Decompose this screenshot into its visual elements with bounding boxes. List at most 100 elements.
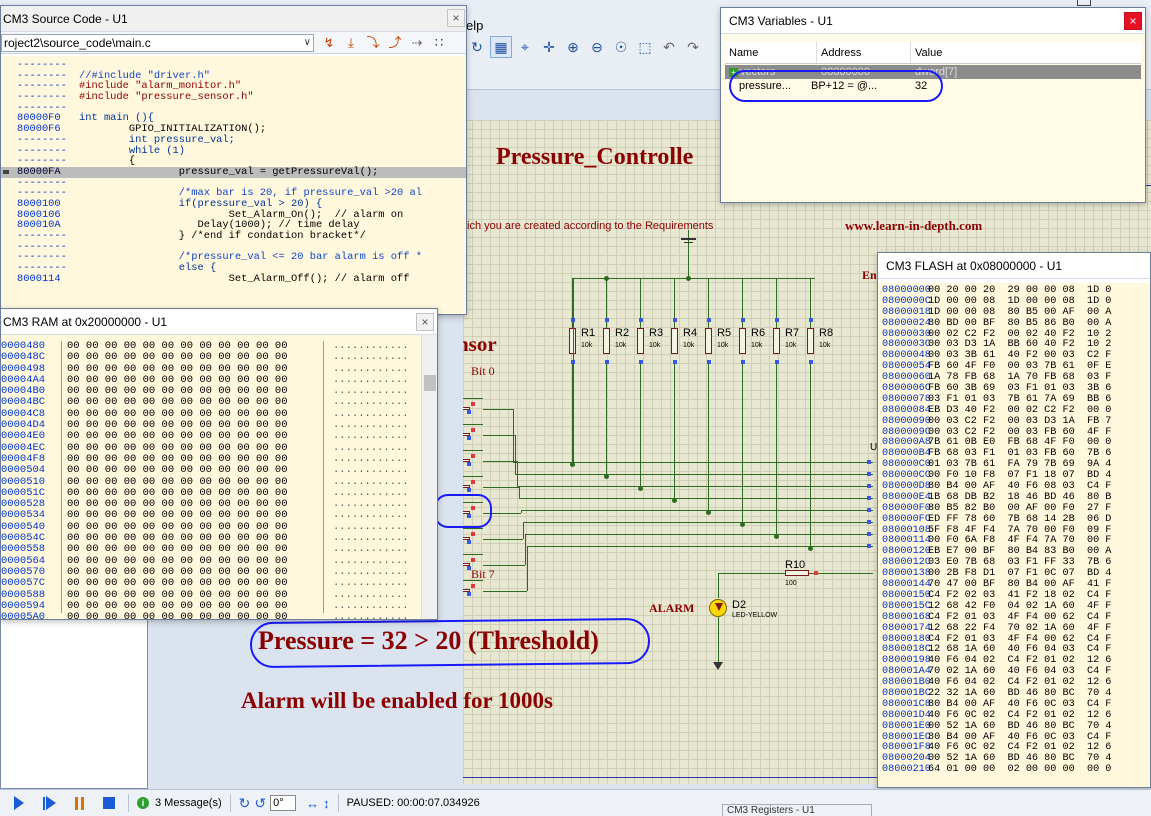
ram-row[interactable]: 00005A0 00 00 00 00 00 00 00 00 00 00 00 … (1, 611, 437, 619)
rotate-icon[interactable]: ↻ (239, 795, 251, 812)
pan-icon[interactable]: ✛ (538, 36, 560, 58)
play-button[interactable] (8, 793, 30, 813)
source-code-window[interactable]: CM3 Source Code - U1 × roject2\source_co… (0, 5, 467, 315)
flash-row[interactable]: 080001D4 40 F6 0C 02 C4 F2 01 02 12 6 (878, 709, 1150, 722)
source-title-text: CM3 Source Code - U1 (3, 12, 128, 26)
code-line[interactable]: -------- #include "pressure_sensor.h" (1, 92, 466, 103)
ram-row[interactable]: 0000558 00 00 00 00 00 00 00 00 00 00 00 … (1, 544, 437, 556)
dip-switch[interactable] (463, 480, 475, 492)
step-icon (42, 796, 56, 810)
ram-hex: 00 00 00 00 00 00 00 00 00 00 00 00 (67, 351, 288, 364)
zoom-in-icon[interactable]: ⊕ (562, 36, 584, 58)
resistor-label: R2 (615, 327, 630, 339)
flash-window-title: CM3 FLASH at 0x08000000 - U1 (878, 253, 1150, 279)
run-to-cursor-icon[interactable]: ↯ (320, 34, 338, 52)
led-d2[interactable] (709, 599, 727, 617)
origin-icon[interactable]: ⌖ (514, 36, 536, 58)
pause-button[interactable] (68, 793, 90, 813)
code-line[interactable]: -------- (1, 60, 466, 71)
close-icon[interactable]: × (416, 313, 434, 331)
flash-row[interactable]: 08000024 80 BD 00 BF 80 B5 86 B0 00 A (878, 318, 1150, 330)
zoom-all-icon[interactable]: ☉ (610, 36, 632, 58)
flash-row[interactable]: 080001E0 00 52 1A 60 BD 46 80 BC 70 4 (878, 720, 1150, 733)
zoom-out-icon[interactable]: ⊖ (586, 36, 608, 58)
redo-icon[interactable]: ↷ (682, 36, 704, 58)
variables-window[interactable]: CM3 Variables - U1 × Name Address Value … (720, 7, 1146, 203)
close-icon[interactable]: × (447, 9, 465, 27)
flash-addr: 080001D4 (882, 709, 931, 721)
ram-row[interactable]: 000057C 00 00 00 00 00 00 00 00 00 00 00 … (1, 577, 437, 589)
resistor-label: R4 (683, 327, 698, 339)
dip-switch[interactable] (463, 532, 475, 544)
stop-button[interactable] (98, 793, 120, 813)
code-line[interactable]: -------- int pressure_val; (1, 135, 466, 146)
code-text: int pressure_val; (79, 133, 235, 146)
code-text: } /*end if condation bracket*/ (79, 230, 366, 242)
undo-icon[interactable]: ↶ (658, 36, 680, 58)
resistor-value: 10k (683, 342, 695, 349)
r10-resistor[interactable] (785, 570, 809, 576)
source-file-select[interactable]: roject2\source_code\main.c ∨ (1, 33, 314, 52)
flash-row[interactable]: 08000090 00 03 C2 F2 00 03 D3 1A FB 7 (878, 416, 1150, 428)
goto-icon[interactable]: ⇢ (408, 34, 426, 52)
ram-row[interactable]: 0000504 00 00 00 00 00 00 00 00 00 00 00 … (1, 464, 437, 476)
col-address[interactable]: Address (817, 42, 911, 63)
ram-window-title: CM3 RAM at 0x20000000 - U1 × (1, 309, 437, 335)
status-bar: i 3 Message(s) ↻ ↺ 0° ↔ ↕ PAUSED: 00:00:… (0, 789, 1151, 816)
dip-switch[interactable] (463, 428, 475, 440)
ram-window[interactable]: CM3 RAM at 0x20000000 - U1 × 0000480 00 0… (0, 308, 438, 620)
col-name[interactable]: Name (725, 42, 817, 63)
flash-row[interactable]: 08000210 64 01 00 00 02 00 00 00 00 0 (878, 764, 1150, 776)
refresh-icon[interactable]: ↻ (466, 36, 488, 58)
step-over-icon[interactable]: ⤓ (342, 34, 360, 52)
messages-count[interactable]: 3 Message(s) (155, 797, 222, 809)
step-into-icon[interactable]: ⤵ (364, 34, 382, 52)
dip-switch[interactable] (463, 402, 475, 414)
resistor-label: R8 (819, 327, 834, 339)
zoom-area-icon[interactable]: ⬚ (634, 36, 656, 58)
ram-body[interactable]: 0000480 00 00 00 00 00 00 00 00 00 00 00 … (1, 335, 437, 619)
close-icon[interactable]: × (1124, 12, 1142, 30)
code-line[interactable]: -------- /*pressure_val <= 20 bar alarm … (1, 252, 466, 263)
project-tree-panel[interactable] (0, 615, 148, 789)
code-text: #include "pressure_sensor.h" (79, 91, 254, 104)
registers-window-peek[interactable]: CM3 Registers - U1 (722, 804, 872, 816)
code-line[interactable]: 80000FA pressure_val = getPressureVal(); (1, 167, 466, 178)
switch-annotation-oval (434, 494, 492, 528)
flash-row[interactable]: 080000FC ED FF 78 60 7B 68 14 2B 06 D (878, 514, 1150, 526)
mirror-h-icon[interactable]: ↔ (306, 796, 319, 811)
source-code-body[interactable]: -------- --------//#include "driver.h" ---… (1, 56, 466, 314)
ram-title-text: CM3 RAM at 0x20000000 - U1 (3, 315, 168, 329)
info-icon[interactable]: i (137, 797, 149, 809)
col-value[interactable]: Value (911, 42, 1003, 63)
dip-switch[interactable] (463, 584, 475, 596)
rotation-input[interactable]: 0° (270, 795, 297, 811)
flash-body[interactable]: 08000000 00 20 00 20 29 00 00 08 1D 0 0800… (878, 283, 1150, 787)
window-restore-icon[interactable] (1077, 0, 1091, 6)
flash-window[interactable]: CM3 FLASH at 0x08000000 - U1 08000000 00 … (877, 252, 1151, 788)
ram-row[interactable]: 000048C 00 00 00 00 00 00 00 00 00 00 00 … (1, 351, 437, 364)
breakpoint-icon[interactable]: ∷ (430, 34, 448, 52)
vars-window-title: CM3 Variables - U1 × (721, 8, 1145, 34)
menu-help[interactable]: elp (466, 18, 483, 33)
scrollbar-thumb[interactable] (424, 375, 436, 391)
flash-row[interactable]: 08000174 12 68 22 F4 70 02 1A 60 4F F (878, 623, 1150, 635)
code-line[interactable]: -------- while (1) (1, 145, 466, 157)
ram-scrollbar[interactable] (421, 335, 437, 619)
rotate-ccw-icon[interactable]: ↺ (254, 795, 266, 812)
step-out-icon[interactable]: ⤴ (386, 34, 404, 52)
vars-header: Name Address Value (725, 42, 1141, 64)
code-line[interactable]: -------- (1, 103, 466, 114)
website-label: www.learn-in-depth.com (845, 218, 983, 233)
code-line[interactable]: 8000114 Set_Alarm_Off(); // alarm off (1, 274, 466, 285)
chevron-down-icon: ∨ (303, 36, 311, 48)
dip-switch[interactable] (463, 558, 475, 570)
dip-switch[interactable] (463, 454, 475, 466)
flash-addr: 080001E0 (882, 720, 931, 732)
step-button[interactable] (38, 793, 60, 813)
grid-icon[interactable]: ▦ (490, 36, 512, 58)
ram-row[interactable]: 00004E0 00 00 00 00 00 00 00 00 00 00 00 … (1, 431, 437, 443)
mirror-v-icon[interactable]: ↕ (323, 796, 330, 811)
code-line[interactable]: -------- } /*end if condation bracket*/ (1, 231, 466, 242)
flash-row[interactable]: 08000168 C4 F2 01 03 4F F4 00 62 C4 F (878, 612, 1150, 624)
